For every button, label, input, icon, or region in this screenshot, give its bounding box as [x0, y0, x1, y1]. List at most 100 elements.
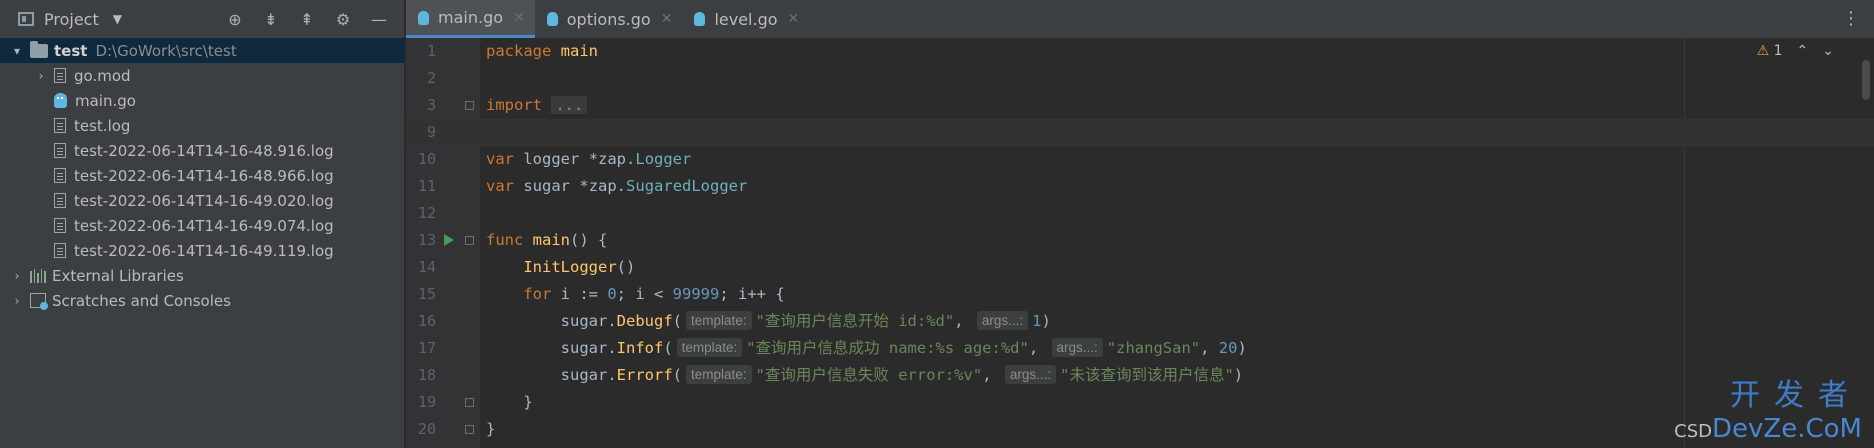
tree-item-log[interactable]: test-2022-06-14T14-16-49.074.log: [0, 213, 405, 238]
line-number: 19: [417, 393, 436, 411]
root-folder-name: test: [54, 41, 88, 60]
parameter-hint: args...:: [1004, 365, 1057, 384]
code-line: 12: [406, 200, 1874, 227]
code-editor[interactable]: ⚠ 1 ⌃ ⌄ 1 package main 2 3 import ... 9 …: [406, 38, 1874, 448]
code-line: 14 InitLogger(): [406, 254, 1874, 281]
code-line: 2: [406, 65, 1874, 92]
line-number: 14: [417, 258, 436, 276]
line-number: 9: [426, 123, 436, 141]
project-icon: [18, 12, 34, 26]
tab-label: options.go: [566, 9, 651, 29]
line-number: 16: [417, 312, 436, 330]
ide-window: Project ▼ ⊕ ⇟ ⇞ ⚙ — ▾ test D:\GoWork\src…: [0, 0, 1874, 448]
line-number: 20: [417, 420, 436, 438]
project-view-selector[interactable]: Project ▼: [18, 10, 122, 29]
code-line: 3 import ...: [406, 92, 1874, 119]
tree-label: External Libraries: [52, 266, 184, 285]
chevron-right-icon[interactable]: ›: [34, 69, 48, 83]
tree-root-test[interactable]: ▾ test D:\GoWork\src\test: [0, 38, 405, 63]
file-name: main.go: [75, 91, 136, 110]
tab-main-go[interactable]: main.go ✕: [406, 0, 535, 38]
close-icon[interactable]: ✕: [788, 11, 800, 27]
libraries-icon: [30, 268, 46, 283]
code-text: import ...: [486, 92, 588, 119]
code-text: InitLogger(): [523, 258, 636, 276]
go-file-icon: [546, 12, 558, 26]
file-icon: [54, 193, 66, 208]
tree-item-log[interactable]: test-2022-06-14T14-16-48.916.log: [0, 138, 405, 163]
line-number: 2: [426, 69, 436, 87]
run-icon[interactable]: [444, 234, 454, 246]
folder-icon: [30, 40, 48, 58]
parameter-hint: template:: [686, 311, 752, 330]
file-icon: [54, 118, 66, 133]
chevron-right-icon[interactable]: ›: [10, 294, 24, 308]
code-line: 20 }: [406, 416, 1874, 443]
locate-icon[interactable]: ⊕: [224, 8, 246, 30]
code-text: var sugar *zap.SugaredLogger: [486, 177, 748, 195]
code-line: 15 for i := 0; i < 99999; i++ {: [406, 281, 1874, 308]
chevron-right-icon[interactable]: ›: [10, 269, 24, 283]
tab-label: level.go: [714, 9, 778, 29]
parameter-hint: template:: [686, 365, 752, 384]
file-icon: [54, 68, 66, 83]
line-number: 17: [417, 339, 436, 357]
fold-end-icon[interactable]: [465, 398, 474, 407]
chevron-down-icon[interactable]: ▾: [10, 44, 24, 58]
code-text: var logger *zap.Logger: [486, 150, 692, 168]
root-folder-path: D:\GoWork\src\test: [95, 41, 237, 60]
code-line-current: 9: [406, 119, 1874, 146]
folded-code-placeholder[interactable]: ...: [551, 96, 588, 114]
file-name: test.log: [74, 116, 131, 135]
file-name: test-2022-06-14T14-16-49.074.log: [74, 216, 334, 235]
code-line: 19 }: [406, 389, 1874, 416]
code-line: 18 sugar.Errorf(template: "查询用户信息失败 error…: [406, 362, 1874, 389]
go-file-icon: [54, 93, 67, 108]
tab-options-go[interactable]: options.go ✕: [535, 0, 683, 38]
chevron-down-icon[interactable]: ▼: [113, 12, 122, 26]
fold-expand-icon[interactable]: [465, 101, 474, 110]
hide-icon[interactable]: —: [368, 8, 390, 30]
code-line: 17 sugar.Infof(template: "查询用户信息成功 name:%…: [406, 335, 1874, 362]
parameter-hint: args...:: [1051, 338, 1103, 357]
file-icon: [54, 243, 66, 258]
more-vertical-icon[interactable]: ⋮: [1842, 8, 1860, 29]
tree-item-log[interactable]: test-2022-06-14T14-16-48.966.log: [0, 163, 405, 188]
watermark: 开发者 CSDDevZe.CoM: [1674, 370, 1862, 444]
code-line: 1 package main: [406, 38, 1874, 65]
expand-all-icon[interactable]: ⇟: [260, 8, 282, 30]
code-line: 11 var sugar *zap.SugaredLogger: [406, 173, 1874, 200]
fold-collapse-icon[interactable]: [465, 236, 474, 245]
tab-level-go[interactable]: level.go ✕: [682, 0, 809, 38]
line-number: 18: [417, 366, 436, 384]
tab-label: main.go: [438, 8, 504, 27]
parameter-hint: args...:: [976, 311, 1029, 330]
tree-item-test-log[interactable]: test.log: [0, 113, 405, 138]
close-icon[interactable]: ✕: [661, 11, 673, 27]
settings-icon[interactable]: ⚙: [332, 8, 354, 30]
line-number: 15: [417, 285, 436, 303]
tree-label: Scratches and Consoles: [52, 291, 231, 310]
code-text: }: [486, 420, 496, 438]
go-file-icon: [418, 10, 429, 25]
code-line: 16 sugar.Debugf(template: "查询用户信息开始 id:%d…: [406, 308, 1874, 335]
collapse-all-icon[interactable]: ⇞: [296, 8, 318, 30]
tree-item-log[interactable]: test-2022-06-14T14-16-49.119.log: [0, 238, 405, 263]
code-text: sugar.Infof(template: "查询用户信息成功 name:%s a…: [560, 338, 1247, 357]
file-name: go.mod: [74, 66, 131, 85]
go-file-icon: [694, 12, 706, 26]
close-icon[interactable]: ✕: [513, 10, 525, 26]
file-icon: [54, 218, 66, 233]
parameter-hint: template:: [676, 338, 743, 357]
tree-item-go-mod[interactable]: › go.mod: [0, 63, 405, 88]
code-line: 13 func main() {: [406, 227, 1874, 254]
tree-item-main-go[interactable]: main.go: [0, 88, 405, 113]
tree-item-log[interactable]: test-2022-06-14T14-16-49.020.log: [0, 188, 405, 213]
project-tree: ▾ test D:\GoWork\src\test › go.mod main.…: [0, 38, 405, 313]
tree-item-external-libraries[interactable]: › External Libraries: [0, 263, 405, 288]
code-text: sugar.Errorf(template: "查询用户信息失败 error:%v…: [560, 365, 1244, 384]
project-title: Project: [44, 9, 99, 29]
tree-item-scratches[interactable]: › Scratches and Consoles: [0, 288, 405, 313]
fold-end-icon[interactable]: [465, 425, 474, 434]
scratches-icon: [30, 293, 48, 310]
